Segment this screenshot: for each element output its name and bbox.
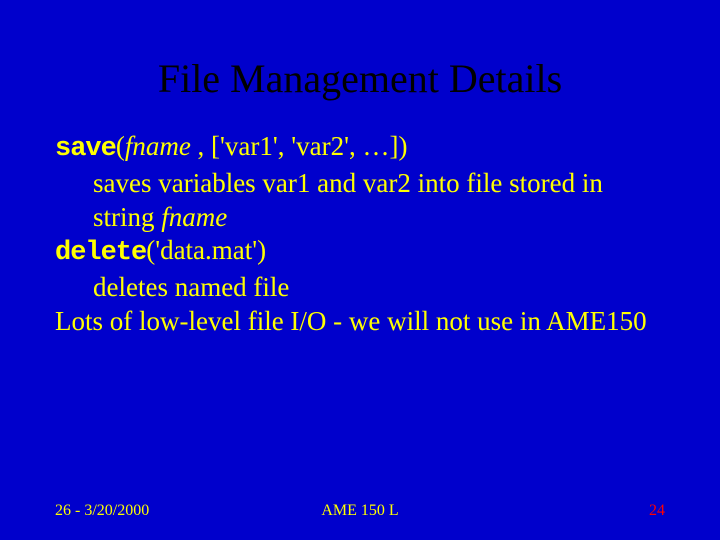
delete-keyword: delete — [55, 238, 146, 268]
slide-body: save(fname , ['var1', 'var2', …]) saves … — [55, 130, 665, 339]
slide-title: File Management Details — [55, 55, 665, 102]
footer-page-number: 24 — [649, 502, 665, 520]
footer-course: AME 150 L — [0, 502, 720, 520]
body-line-2: saves variables var1 and var2 into file … — [55, 167, 665, 235]
line1-rest: , ['var1', 'var2', …]) — [191, 131, 408, 161]
body-line-5: Lots of low-level file I/O - we will not… — [55, 305, 665, 339]
body-line-1: save(fname , ['var1', 'var2', …]) — [55, 130, 665, 167]
open-paren: ( — [116, 131, 125, 161]
fname-arg: fname — [125, 131, 191, 161]
line3-rest: ('data.mat') — [146, 235, 266, 265]
body-line-3: delete('data.mat') — [55, 234, 665, 271]
slide: File Management Details save(fname , ['v… — [0, 0, 720, 540]
body-line-4: deletes named file — [55, 271, 665, 305]
line2-fname: fname — [161, 202, 227, 232]
save-keyword: save — [55, 134, 116, 164]
